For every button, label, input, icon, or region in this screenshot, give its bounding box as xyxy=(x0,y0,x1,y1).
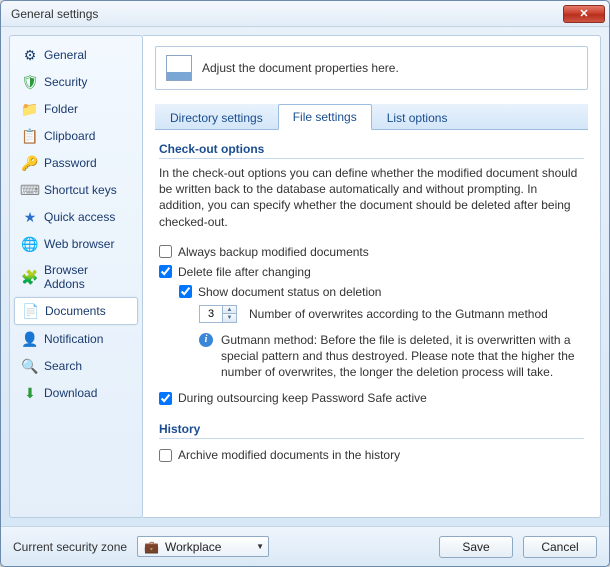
checkbox-label: During outsourcing keep Password Safe ac… xyxy=(178,391,427,405)
sidebar-item-label: Documents xyxy=(45,304,106,318)
checkbox-show-status[interactable]: Show document status on deletion xyxy=(159,282,584,302)
checkbox-show-status-input[interactable] xyxy=(179,285,192,298)
download-icon: ⬇ xyxy=(22,385,38,401)
star-icon: ★ xyxy=(22,209,38,225)
spinner-up[interactable]: ▲ xyxy=(223,306,236,315)
overwrites-label: Number of overwrites according to the Gu… xyxy=(249,307,548,321)
spinner-arrows: ▲ ▼ xyxy=(222,306,236,322)
key-icon: 🔑 xyxy=(22,155,38,171)
main-panel: Adjust the document properties here. Dir… xyxy=(143,35,601,518)
section-desc-checkout: In the check-out options you can define … xyxy=(159,165,584,230)
sidebar-item-security[interactable]: 🛡 Security xyxy=(14,69,138,95)
folder-icon: 📁 xyxy=(22,101,38,117)
checkbox-archive-history[interactable]: Archive modified documents in the histor… xyxy=(159,445,584,465)
checkbox-archive-history-input[interactable] xyxy=(159,449,172,462)
overwrites-input[interactable] xyxy=(200,306,222,322)
security-zone-value: Workplace xyxy=(165,540,250,554)
overwrites-row: ▲ ▼ Number of overwrites according to th… xyxy=(159,302,584,326)
checkbox-delete-after[interactable]: Delete file after changing xyxy=(159,262,584,282)
sidebar-item-label: Download xyxy=(44,386,97,400)
sidebar-item-documents[interactable]: 📄 Documents xyxy=(14,297,138,325)
search-icon: 🔍 xyxy=(22,358,38,374)
save-button[interactable]: Save xyxy=(439,536,513,558)
sidebar-item-web-browser[interactable]: 🌐 Web browser xyxy=(14,231,138,257)
chevron-down-icon: ▼ xyxy=(256,542,264,551)
document-large-icon xyxy=(166,55,192,81)
person-icon: 👤 xyxy=(22,331,38,347)
puzzle-icon: 🧩 xyxy=(22,269,38,285)
tab-directory-settings[interactable]: Directory settings xyxy=(155,105,278,130)
sidebar-item-label: General xyxy=(44,48,87,62)
sidebar-item-label: Web browser xyxy=(44,237,114,251)
cancel-button[interactable]: Cancel xyxy=(523,536,597,558)
sidebar-item-notification[interactable]: 👤 Notification xyxy=(14,326,138,352)
overwrites-spinner[interactable]: ▲ ▼ xyxy=(199,305,237,323)
workplace-icon: 💼 xyxy=(144,540,159,554)
section-title-checkout: Check-out options xyxy=(159,142,584,159)
sidebar-item-label: Notification xyxy=(44,332,103,346)
info-icon: i xyxy=(199,333,213,347)
close-button[interactable]: ✕ xyxy=(563,5,605,23)
checkbox-label: Always backup modified documents xyxy=(178,245,369,259)
tab-file-settings[interactable]: File settings xyxy=(278,104,372,130)
sidebar-item-download[interactable]: ⬇ Download xyxy=(14,380,138,406)
checkbox-always-backup[interactable]: Always backup modified documents xyxy=(159,242,584,262)
security-zone-label: Current security zone xyxy=(13,540,127,554)
info-box: Adjust the document properties here. xyxy=(155,46,588,90)
shield-icon: 🛡 xyxy=(22,74,38,90)
checkbox-label: Show document status on deletion xyxy=(198,285,381,299)
body: ⚙ General 🛡 Security 📁 Folder 📋 Clipboar… xyxy=(1,27,609,526)
sidebar-item-search[interactable]: 🔍 Search xyxy=(14,353,138,379)
gutmann-info-row: i Gutmann method: Before the file is del… xyxy=(159,326,584,389)
sidebar-item-label: Password xyxy=(44,156,97,170)
settings-window: General settings ✕ ⚙ General 🛡 Security … xyxy=(0,0,610,567)
checkbox-keep-active[interactable]: During outsourcing keep Password Safe ac… xyxy=(159,388,584,408)
keyboard-icon: ⌨ xyxy=(22,182,38,198)
document-icon: 📄 xyxy=(23,303,39,319)
sidebar-item-password[interactable]: 🔑 Password xyxy=(14,150,138,176)
sidebar-item-label: Quick access xyxy=(44,210,115,224)
gear-icon: ⚙ xyxy=(22,47,38,63)
sidebar-item-label: Clipboard xyxy=(44,129,95,143)
checkbox-keep-active-input[interactable] xyxy=(159,392,172,405)
globe-icon: 🌐 xyxy=(22,236,38,252)
sidebar-item-label: Folder xyxy=(44,102,78,116)
checkbox-label: Delete file after changing xyxy=(178,265,311,279)
titlebar: General settings ✕ xyxy=(1,1,609,27)
sidebar-item-label: Browser Addons xyxy=(44,263,130,291)
checkbox-label: Archive modified documents in the histor… xyxy=(178,448,400,462)
tab-content: Check-out options In the check-out optio… xyxy=(155,130,588,507)
clipboard-icon: 📋 xyxy=(22,128,38,144)
spinner-down[interactable]: ▼ xyxy=(223,314,236,322)
window-title: General settings xyxy=(11,7,563,21)
tab-bar: Directory settings File settings List op… xyxy=(155,104,588,130)
section-title-history: History xyxy=(159,422,584,439)
sidebar-item-quick-access[interactable]: ★ Quick access xyxy=(14,204,138,230)
sidebar-item-clipboard[interactable]: 📋 Clipboard xyxy=(14,123,138,149)
sidebar-item-label: Shortcut keys xyxy=(44,183,117,197)
footer: Current security zone 💼 Workplace ▼ Save… xyxy=(1,526,609,566)
gutmann-info-text: Gutmann method: Before the file is delet… xyxy=(221,332,584,381)
tab-list-options[interactable]: List options xyxy=(372,105,463,130)
sidebar: ⚙ General 🛡 Security 📁 Folder 📋 Clipboar… xyxy=(9,35,143,518)
close-icon: ✕ xyxy=(579,7,588,20)
sidebar-item-label: Search xyxy=(44,359,82,373)
sidebar-item-label: Security xyxy=(44,75,87,89)
sidebar-item-shortcut-keys[interactable]: ⌨ Shortcut keys xyxy=(14,177,138,203)
sidebar-item-general[interactable]: ⚙ General xyxy=(14,42,138,68)
checkbox-always-backup-input[interactable] xyxy=(159,245,172,258)
checkbox-delete-after-input[interactable] xyxy=(159,265,172,278)
sidebar-item-browser-addons[interactable]: 🧩 Browser Addons xyxy=(14,258,138,296)
sidebar-item-folder[interactable]: 📁 Folder xyxy=(14,96,138,122)
info-text: Adjust the document properties here. xyxy=(202,61,399,75)
security-zone-select[interactable]: 💼 Workplace ▼ xyxy=(137,536,269,557)
